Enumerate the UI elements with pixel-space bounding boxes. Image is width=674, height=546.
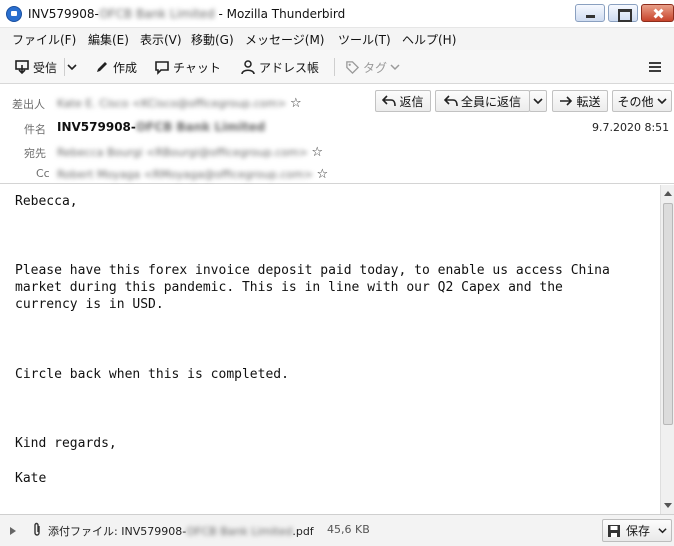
address-book-label: アドレス帳: [259, 60, 320, 75]
title-prefix: INV579908-: [28, 7, 100, 21]
body-scrollbar[interactable]: [660, 185, 674, 514]
message-header: 差出人 Kate E. Cisco <KCisco@officegroup.co…: [0, 84, 674, 184]
tag-icon: [346, 60, 360, 74]
to-label: 宛先: [24, 147, 46, 160]
body-signature: Kate: [15, 471, 47, 486]
window-title: INV579908-OFCB Bank Limited - Mozilla Th…: [28, 7, 345, 21]
forward-arrow-icon: [560, 96, 573, 106]
subject-redacted: OFCB Bank Limited: [135, 120, 266, 134]
from-redacted: Kate E. Cisco <KCisco@officegroup.com>: [57, 97, 287, 110]
star-icon[interactable]: ☆: [317, 167, 329, 182]
menu-help[interactable]: ヘルプ(H): [402, 31, 456, 48]
attachment-file-ext: .pdf: [292, 525, 314, 538]
reply-all-icon: [443, 95, 458, 107]
other-actions-label: その他: [617, 94, 654, 109]
paperclip-icon: [34, 522, 40, 536]
hamburger-menu-icon: [649, 62, 661, 72]
attachment-file-prefix: INV579908-: [117, 525, 187, 538]
message-date: 9.7.2020 8:51: [592, 121, 670, 134]
chat-label: チャット: [173, 60, 221, 75]
chat-bubble-icon: [155, 61, 169, 75]
menu-message[interactable]: メッセージ(M): [245, 31, 324, 48]
scroll-up-arrow[interactable]: [664, 191, 672, 196]
minimize-button[interactable]: [575, 4, 605, 22]
forward-button[interactable]: 転送: [552, 90, 608, 112]
star-icon[interactable]: ☆: [311, 145, 323, 160]
body-greeting: Rebecca,: [15, 194, 78, 209]
app-menu-button[interactable]: [648, 58, 665, 76]
reply-all-dropdown[interactable]: [529, 90, 547, 112]
save-icon: [608, 524, 620, 537]
message-body[interactable]: Rebecca, Please have this forex invoice …: [0, 185, 660, 514]
main-toolbar: 受信 作成 チャット アドレス帳 タグ: [0, 50, 674, 84]
reply-button[interactable]: 返信: [375, 90, 431, 112]
reply-label: 返信: [399, 94, 424, 109]
title-bar: INV579908-OFCB Bank Limited - Mozilla Th…: [0, 0, 674, 28]
menu-bar: ファイル(F) 編集(E) 表示(V) 移動(G) メッセージ(M) ツール(T…: [0, 28, 674, 50]
attachment-label: 添付ファイル:: [48, 525, 118, 538]
download-icon: [15, 60, 29, 75]
from-value[interactable]: Kate E. Cisco <KCisco@officegroup.com> ☆: [57, 96, 302, 111]
reply-all-button[interactable]: 全員に返信: [435, 90, 530, 112]
menu-tools[interactable]: ツール(T): [338, 31, 391, 48]
star-icon[interactable]: ☆: [290, 96, 302, 111]
get-mail-button[interactable]: 受信: [14, 58, 57, 76]
tag-button[interactable]: タグ: [345, 58, 403, 76]
save-attachment-button[interactable]: 保存: [602, 519, 672, 542]
cc-value[interactable]: Robert Moyaga <RMoyaga@officegroup.com> …: [57, 167, 328, 182]
write-label: 作成: [113, 60, 138, 75]
toolbar-divider: [64, 58, 65, 76]
scroll-down-arrow[interactable]: [664, 503, 672, 508]
body-paragraph-line: Please have this forex invoice deposit p…: [15, 263, 610, 278]
body-paragraph-line: market during this pandemic. This is in …: [15, 280, 563, 295]
reply-all-label: 全員に返信: [460, 94, 521, 109]
from-label: 差出人: [12, 98, 45, 111]
body-signoff: Kind regards,: [15, 436, 117, 451]
menu-go[interactable]: 移動(G): [191, 31, 234, 48]
chevron-down-icon: [390, 64, 400, 71]
subject-prefix: INV579908-: [57, 120, 136, 134]
body-paragraph-line: currency is in USD.: [15, 297, 164, 312]
pencil-icon: [97, 62, 107, 72]
chevron-down-icon: [533, 98, 543, 105]
to-redacted: Rebecca Bourgi <RBourgi@officegroup.com>: [57, 146, 308, 159]
chevron-down-icon: [67, 64, 77, 71]
save-label: 保存: [626, 524, 651, 538]
title-suffix: - Mozilla Thunderbird: [214, 7, 346, 21]
toolbar-divider: [334, 58, 335, 76]
other-actions-button[interactable]: その他: [612, 90, 672, 112]
to-value[interactable]: Rebecca Bourgi <RBourgi@officegroup.com>…: [57, 145, 323, 160]
thunderbird-icon: [6, 6, 22, 22]
expand-attachments-toggle[interactable]: [10, 527, 16, 535]
close-button[interactable]: [641, 4, 674, 22]
tag-label: タグ: [363, 60, 388, 75]
contacts-icon: [241, 60, 255, 75]
menu-file[interactable]: ファイル(F): [12, 31, 76, 48]
chat-button[interactable]: チャット: [154, 58, 221, 76]
title-redacted: OFCB Bank Limited: [99, 7, 215, 21]
forward-label: 転送: [576, 94, 601, 109]
attachment-bar: 添付ファイル: INV579908-OFCB Bank Limited.pdf …: [0, 514, 674, 546]
menu-view[interactable]: 表示(V): [140, 31, 182, 48]
maximize-button[interactable]: [608, 4, 638, 22]
get-mail-dropdown[interactable]: [67, 58, 80, 76]
chevron-down-icon: [656, 98, 667, 105]
subject-value: INV579908-OFCB Bank Limited: [57, 120, 265, 134]
menu-edit[interactable]: 編集(E): [88, 31, 129, 48]
attachment-name[interactable]: 添付ファイル: INV579908-OFCB Bank Limited.pdf: [48, 523, 314, 539]
cc-label: Cc: [36, 167, 50, 180]
body-closing-request: Circle back when this is completed.: [15, 367, 289, 382]
scrollbar-thumb[interactable]: [663, 203, 673, 425]
chevron-down-icon: [658, 528, 667, 534]
address-book-button[interactable]: アドレス帳: [240, 58, 319, 76]
attachment-size: 45,6 KB: [327, 523, 370, 536]
cc-redacted: Robert Moyaga <RMoyaga@officegroup.com>: [57, 168, 314, 181]
write-button[interactable]: 作成: [94, 58, 137, 76]
attachment-file-redacted: OFCB Bank Limited: [186, 525, 293, 538]
reply-icon: [382, 95, 397, 107]
get-mail-label: 受信: [33, 60, 58, 75]
subject-label: 件名: [24, 123, 46, 136]
